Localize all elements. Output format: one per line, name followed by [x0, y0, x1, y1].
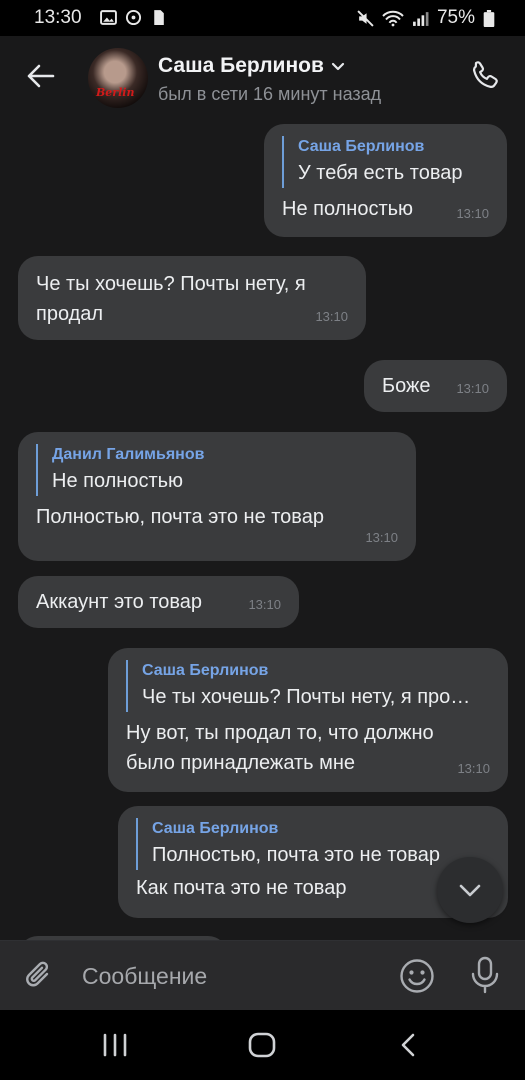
message-bubble-incoming[interactable]: Аккаунт это товар 13:10 — [18, 576, 299, 628]
status-left-icons — [100, 9, 167, 26]
home-icon[interactable] — [245, 1028, 279, 1062]
message-text: Ну вот, ты продал то, что должно было пр… — [126, 722, 434, 774]
message-bubble-outgoing[interactable]: Боже 13:10 — [364, 360, 507, 412]
reply-quote[interactable]: Саша Берлинов Полностью, почта это не то… — [136, 818, 490, 870]
system-nav-bar — [0, 1010, 525, 1080]
sd-card-notification-icon — [154, 10, 164, 25]
reply-author: Саша Берлинов — [298, 138, 425, 155]
reply-author: Данил Галимьянов — [52, 446, 205, 463]
chat-header: Berlin Саша Берлинов был в сети 16 минут… — [0, 36, 525, 120]
reply-text: Че ты хочешь? Почты нету, я про… — [142, 686, 471, 708]
message-text: Аккаунт это товар — [36, 591, 203, 613]
chevron-down-icon — [459, 884, 481, 897]
contact-status: был в сети 16 минут назад — [158, 84, 382, 104]
reply-text: Не полностью — [52, 470, 184, 492]
phone-icon[interactable] — [467, 58, 503, 94]
message-time: 13:10 — [365, 530, 398, 545]
microphone-icon[interactable] — [466, 955, 504, 995]
message-bubble-incoming[interactable]: Че ты хочешь? Почты нету, я продал 13:10 — [18, 256, 366, 340]
contact-name-label: Саша Берлинов — [158, 54, 324, 77]
reply-quote[interactable]: Данил Галимьянов Не полностью — [36, 444, 398, 496]
message-time: 13:10 — [457, 761, 490, 776]
wifi-icon — [382, 10, 404, 26]
contact-name[interactable]: Саша Берлинов — [158, 54, 346, 78]
message-bubble-outgoing[interactable]: Саша Берлинов У тебя есть товар Не полно… — [264, 124, 507, 237]
message-time: 13:10 — [456, 381, 489, 396]
reply-quote[interactable]: Саша Берлинов У тебя есть товар — [282, 136, 489, 188]
battery-icon — [483, 9, 495, 27]
message-text: Че ты хочешь? Почты нету, я продал — [36, 273, 306, 325]
smile-icon[interactable] — [398, 957, 436, 995]
gallery-notification-icon — [100, 10, 117, 25]
message-composer — [0, 940, 525, 1010]
message-input[interactable] — [82, 959, 372, 993]
reply-text: У тебя есть товар — [298, 162, 463, 184]
message-text: Полностью, почта это не товар — [36, 506, 324, 528]
status-right-icons: 75% — [357, 7, 495, 29]
status-time: 13:30 — [34, 7, 82, 28]
message-time: 13:10 — [315, 309, 348, 324]
scroll-to-bottom-button[interactable] — [437, 857, 503, 923]
status-bar: 13:30 75% — [0, 0, 525, 36]
mute-icon — [357, 9, 374, 27]
battery-percent: 75% — [436, 7, 475, 28]
message-list[interactable]: Саша Берлинов У тебя есть товар Не полно… — [0, 120, 525, 940]
reply-quote[interactable]: Саша Берлинов Че ты хочешь? Почты нету, … — [126, 660, 490, 712]
reply-author: Саша Берлинов — [152, 820, 279, 837]
reply-author: Саша Берлинов — [142, 662, 269, 679]
chevron-down-icon — [331, 62, 344, 71]
music-notification-icon — [125, 9, 142, 26]
reply-text: Полностью, почта это не товар — [152, 844, 440, 866]
back-icon[interactable] — [392, 1028, 426, 1062]
avatar-logo-text: Berlin — [96, 86, 135, 99]
signal-icon — [413, 11, 429, 26]
avatar[interactable]: Berlin — [88, 48, 148, 108]
message-bubble-outgoing[interactable]: Саша Берлинов Че ты хочешь? Почты нету, … — [108, 648, 508, 792]
paperclip-icon[interactable] — [20, 957, 58, 995]
message-bubble-incoming[interactable]: Данил Галимьянов Не полностью Полностью,… — [18, 432, 416, 561]
message-time: 13:10 — [456, 206, 489, 221]
recent-apps-icon[interactable] — [98, 1028, 132, 1062]
message-time: 13:10 — [248, 597, 281, 612]
back-arrow-icon[interactable] — [22, 58, 58, 94]
